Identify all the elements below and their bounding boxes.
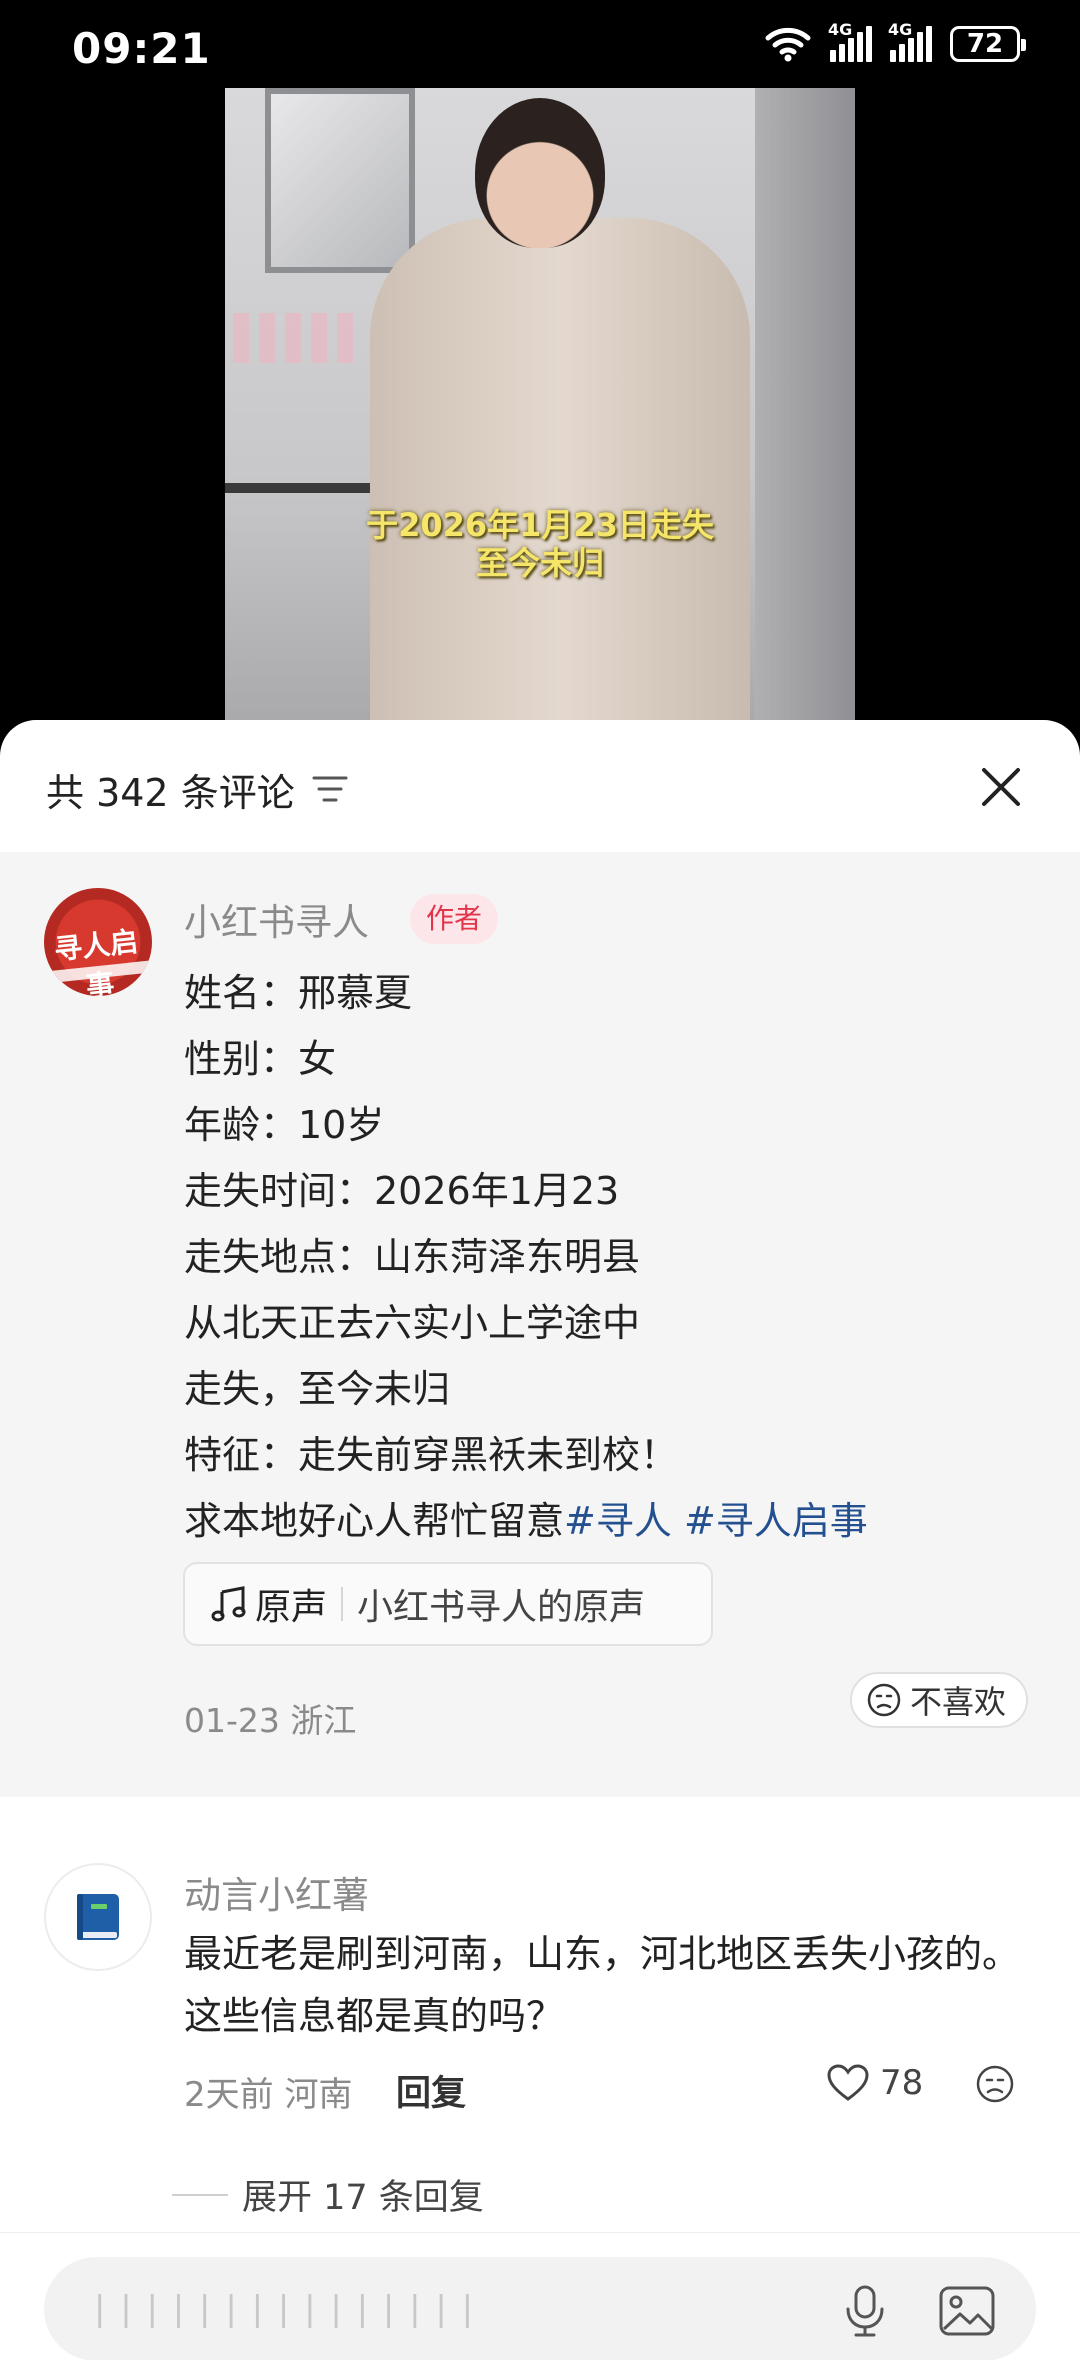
dislike-label: 不喜欢: [910, 1683, 1007, 1721]
author-avatar[interactable]: 寻人启事: [44, 888, 152, 996]
comment-count: 共 342 条评论: [46, 771, 295, 815]
sound-divider: [341, 1587, 344, 1621]
post-line: 走失，至今未归: [184, 1367, 451, 1411]
comment-input-bar: | | | | | | | | | | | | | | |: [0, 2232, 1080, 2360]
status-time: 09:21: [72, 24, 211, 73]
sound-name: 小红书寻人的原声: [357, 1587, 646, 1628]
comment-item: 动言小红薯 最近老是刷到河南，山东，河北地区丢失小孩的。这些信息都是真的吗？ 2…: [0, 1797, 1080, 2220]
wifi-icon: [765, 27, 811, 62]
post-line: 特征：走失前穿黑袄未到校！: [184, 1433, 679, 1477]
expand-replies-label: 展开 17 条回复: [242, 2178, 484, 2218]
battery-icon: 72: [950, 26, 1026, 62]
video-subtitle: 于2026年1月23日走失 至今未归: [225, 506, 855, 582]
video-subtitle-line-1: 于2026年1月23日走失: [366, 506, 714, 544]
video-scene-wall-line: [225, 483, 385, 493]
cell-signal-icon-1: 4G: [828, 20, 872, 62]
video-scene-window: [265, 88, 415, 273]
sad-face-icon: [867, 1683, 901, 1717]
hashtag-link[interactable]: #寻人: [564, 1499, 672, 1543]
cell-signal-icon-2: 4G: [888, 20, 932, 62]
status-bar: 09:21 4G 4G 72: [0, 0, 1080, 92]
original-sound-pill[interactable]: 原声 小红书寻人的原声: [183, 1562, 713, 1646]
filter-icon[interactable]: [312, 774, 348, 804]
avatar-text: 寻人启事: [52, 924, 140, 996]
post-line-last: 求本地好心人帮忙留意#寻人 #寻人启事: [184, 1488, 1044, 1554]
comments-sheet: 共 342 条评论 寻人启事 小红书寻人 作者 姓名：邢慕夏 性别：女 年龄：1…: [0, 720, 1080, 2360]
image-icon[interactable]: [938, 2285, 996, 2337]
expand-divider: [172, 2193, 228, 2196]
heart-icon: [827, 2064, 869, 2101]
comments-header: 共 342 条评论: [0, 720, 1080, 852]
commenter-name[interactable]: 动言小红薯: [184, 1865, 369, 1919]
post-line: 年龄：10岁: [184, 1103, 385, 1147]
close-icon[interactable]: [976, 762, 1026, 812]
video-player[interactable]: 于2026年1月23日走失 至今未归: [225, 88, 855, 728]
video-scene-stickers: [233, 313, 353, 363]
video-subtitle-line-2: 至今未归: [475, 544, 604, 582]
post-line: 走失时间：2026年1月23: [184, 1169, 620, 1213]
comment-input-placeholder: | | | | | | | | | | | | | | |: [94, 2289, 476, 2329]
post-line: 从北天正去六实小上学途中: [184, 1301, 641, 1345]
sound-label: 原声: [255, 1587, 328, 1628]
commenter-avatar[interactable]: [44, 1863, 152, 1971]
video-person-coat: [370, 218, 750, 728]
hashtag-link[interactable]: #寻人启事: [684, 1499, 868, 1543]
post-body: 姓名：邢慕夏 性别：女 年龄：10岁 走失时间：2026年1月23 走失地点：山…: [184, 960, 1044, 1554]
signal-1-label: 4G: [828, 20, 853, 39]
author-name[interactable]: 小红书寻人: [184, 892, 369, 946]
post-meta: 01-23 浙江: [184, 1701, 357, 1740]
comment-meta: 2天前 河南: [184, 2075, 353, 2115]
system-icons: 4G 4G 72: [764, 20, 1026, 62]
expand-replies-button[interactable]: 展开 17 条回复: [172, 2169, 484, 2220]
post-line: 姓名：邢慕夏: [184, 971, 413, 1015]
music-note-icon: [211, 1586, 246, 1622]
reply-button[interactable]: 回复: [396, 2065, 466, 2116]
post-last-line-text: 求本地好心人帮忙留意: [184, 1499, 565, 1543]
book-icon: [77, 1894, 119, 1940]
comment-input[interactable]: | | | | | | | | | | | | | | |: [44, 2257, 1036, 2360]
video-scene-door: [755, 88, 855, 728]
post-line: 性别：女: [184, 1037, 337, 1081]
mic-icon[interactable]: [840, 2283, 890, 2339]
post-line: 走失地点：山东菏泽东明县: [184, 1235, 641, 1279]
like-count: 78: [880, 2063, 924, 2103]
video-person-head: [475, 98, 605, 248]
dislike-button[interactable]: 不喜欢: [850, 1672, 1029, 1728]
like-button[interactable]: 78: [826, 2063, 923, 2103]
signal-2-label: 4G: [888, 20, 913, 39]
author-badge: 作者: [410, 894, 499, 944]
comment-text: 最近老是刷到河南，山东，河北地区丢失小孩的。这些信息都是真的吗？: [184, 1932, 1021, 2038]
sad-face-icon[interactable]: [975, 2064, 1015, 2104]
author-post: 寻人启事 小红书寻人 作者 姓名：邢慕夏 性别：女 年龄：10岁 走失时间：20…: [0, 852, 1080, 1797]
